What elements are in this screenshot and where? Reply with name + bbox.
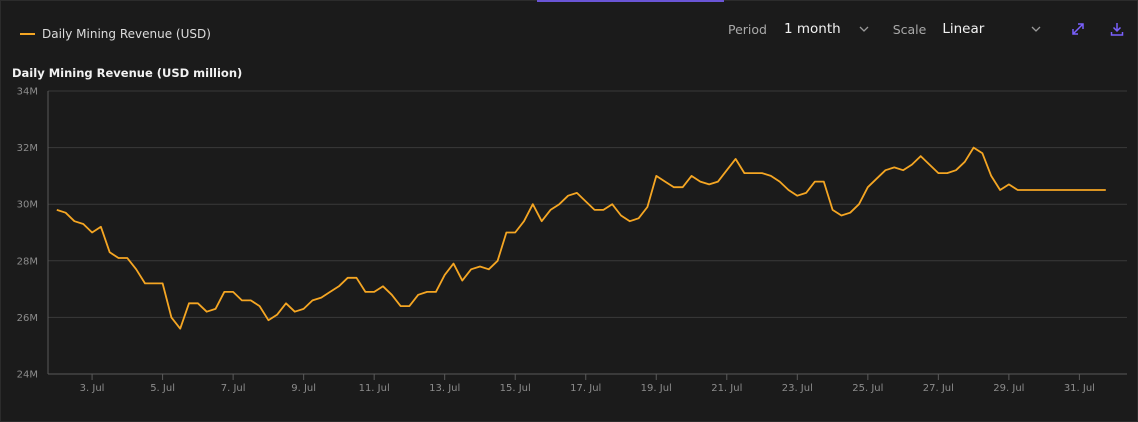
x-axis-ticks: 3. Jul 5. Jul 7. Jul 9. Jul 11. Jul 13. Jul 15…: [80, 374, 1095, 394]
x-tick-label: 31. Jul: [1064, 383, 1095, 394]
y-tick-label: 30M: [17, 200, 38, 211]
x-tick-label: 7. Jul: [221, 383, 246, 394]
x-tick-label: 23. Jul: [782, 383, 813, 394]
series-group: [56, 146, 1106, 330]
y-tick-label: 32M: [17, 143, 38, 154]
x-tick-label: 17. Jul: [570, 383, 601, 394]
x-tick-label: 19. Jul: [641, 383, 672, 394]
y-tick-label: 24M: [17, 370, 38, 381]
series-line: [56, 146, 1106, 330]
x-tick-label: 11. Jul: [359, 383, 390, 394]
x-tick-label: 13. Jul: [429, 383, 460, 394]
x-tick-label: 25. Jul: [852, 383, 883, 394]
x-tick-label: 21. Jul: [711, 383, 742, 394]
line-chart: 24M 26M 28M 30M 32M 34M 3. Jul 5. Jul 7. Jul 9. …: [17, 87, 1127, 394]
x-tick-label: 9. Jul: [291, 383, 316, 394]
x-tick-label: 5. Jul: [150, 383, 175, 394]
y-tick-label: 28M: [17, 256, 38, 267]
y-axis-ticks: 24M 26M 28M 30M 32M 34M: [17, 87, 38, 381]
x-tick-label: 3. Jul: [80, 383, 105, 394]
y-tick-label: 34M: [17, 87, 38, 98]
x-tick-label: 27. Jul: [923, 383, 954, 394]
grid-lines: [47, 90, 1127, 375]
x-tick-label: 29. Jul: [993, 383, 1024, 394]
x-tick-label: 15. Jul: [500, 383, 531, 394]
y-tick-label: 26M: [17, 313, 38, 324]
